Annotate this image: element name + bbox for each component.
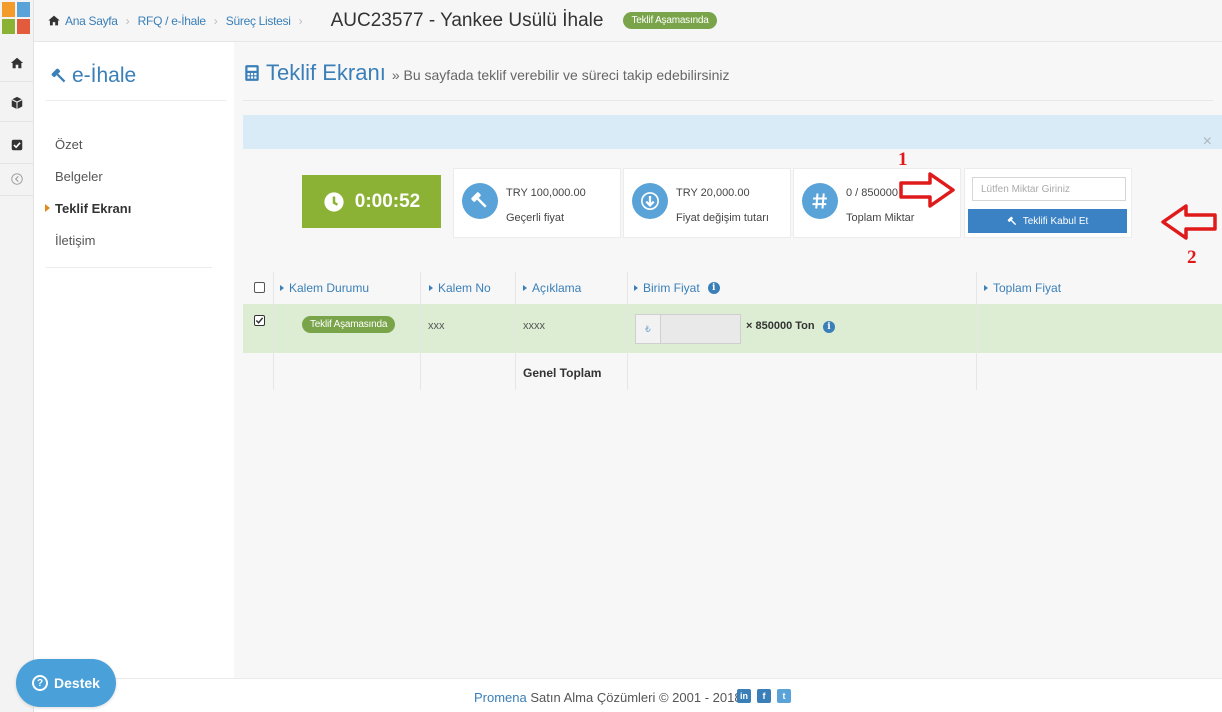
row-quantity: × 850000 Ton [746, 320, 815, 332]
status-badge: Teklif Aşamasında [623, 12, 717, 29]
current-price-value: TRY 100,000.00 [506, 187, 586, 199]
help-icon: ? [32, 675, 49, 691]
column-divider [420, 272, 421, 390]
header-label: Birim Fiyat [643, 281, 700, 295]
linkedin-icon[interactable]: in [737, 689, 751, 703]
arrow-down-icon [632, 183, 668, 219]
header-toplam-fiyat[interactable]: Toplam Fiyat [984, 272, 1061, 304]
app-logo[interactable] [2, 2, 32, 40]
close-icon[interactable]: × [1203, 133, 1212, 151]
gavel-icon [462, 183, 498, 219]
breadcrumb-home[interactable]: Ana Sayfa [65, 14, 118, 28]
row-status-badge: Teklif Aşamasında [302, 316, 396, 333]
annotation-number-1: 1 [898, 149, 908, 170]
price-change-value: TRY 20,000.00 [676, 187, 750, 199]
breadcrumb-process-list[interactable]: Süreç Listesi [226, 14, 291, 28]
column-divider [515, 272, 516, 390]
header-kalem-durumu[interactable]: Kalem Durumu [280, 272, 369, 304]
breadcrumb-separator: › [125, 13, 130, 28]
timer-card: 0:00:52 [302, 175, 441, 228]
twitter-icon[interactable]: t [777, 689, 791, 703]
support-label: Destek [54, 675, 100, 691]
gavel-icon [51, 68, 66, 83]
sidebar-title: e-İhale [50, 64, 136, 88]
sidebar-item-belgeler[interactable]: Belgeler [55, 169, 103, 184]
current-price-label: Geçerli fiyat [506, 212, 565, 224]
home-icon[interactable] [0, 44, 34, 82]
sidebar-item-ozet[interactable]: Özet [55, 137, 82, 152]
header-aciklama[interactable]: Açıklama [523, 272, 581, 304]
column-divider [976, 272, 977, 390]
top-bar: Ana Sayfa › RFQ / e-İhale › Süreç Listes… [34, 0, 1222, 42]
currency-icon: ₺ [636, 315, 661, 343]
facebook-icon[interactable]: f [757, 689, 771, 703]
calculator-icon [245, 65, 259, 81]
column-divider [273, 272, 274, 390]
table-row[interactable]: Teklif Aşamasında xxx xxxx ₺ × 850000 To… [243, 304, 1222, 353]
header-birim-fiyat[interactable]: Birim Fiyat i [634, 272, 720, 304]
quantity-input[interactable] [972, 177, 1126, 201]
footer-text: Promena Satın Alma Çözümleri © 2001 - 20… [474, 690, 742, 705]
row-item-no: xxx [428, 320, 445, 332]
header-label: Açıklama [532, 281, 582, 295]
cube-icon[interactable] [0, 84, 34, 122]
sidebar-title-text: e-İhale [72, 64, 137, 87]
breadcrumb-separator: › [213, 13, 218, 28]
accept-offer-button[interactable]: Teklifi Kabul Et [968, 209, 1127, 233]
main-title-text: Teklif Ekranı [266, 60, 386, 85]
main-subtitle: » Bu sayfada teklif verebilir ve süreci … [391, 67, 730, 83]
footer-brand[interactable]: Promena [474, 690, 527, 705]
info-icon[interactable]: i [823, 321, 835, 333]
footer: Promena Satın Alma Çözümleri © 2001 - 20… [34, 678, 1222, 712]
arrow-left-icon [1161, 204, 1217, 240]
price-change-label: Fiyat değişim tutarı [676, 212, 769, 224]
support-button[interactable]: ? Destek [16, 659, 116, 707]
header-label: Kalem No [438, 281, 491, 295]
sidebar-item-teklif-ekrani[interactable]: Teklif Ekranı [55, 201, 131, 216]
info-icon[interactable]: i [707, 282, 720, 294]
sidebar-divider [46, 267, 212, 268]
page-title: AUC23577 - Yankee Usülü İhale [330, 9, 604, 31]
collapse-icon[interactable] [0, 162, 34, 196]
total-quantity-value: 0 / 850000 [846, 187, 898, 199]
bid-card: Teklifi Kabul Et [964, 168, 1132, 238]
price-change-card: TRY 20,000.00 Fiyat değişim tutarı [623, 168, 791, 238]
grand-total-label: Genel Toplam [523, 366, 602, 380]
header-label: Toplam Fiyat [993, 281, 1062, 295]
main-header: Teklif Ekranı » Bu sayfada teklif verebi… [234, 42, 1222, 102]
row-checkbox[interactable] [254, 315, 265, 326]
sidebar: e-İhale Özet Belgeler Teklif Ekranı İlet… [34, 42, 234, 678]
icon-rail [0, 0, 34, 712]
main-panel: Teklif Ekranı » Bu sayfada teklif verebi… [234, 42, 1222, 678]
checkbox-icon[interactable] [0, 126, 34, 164]
footer-copyright: Satın Alma Çözümleri © 2001 - 2018 [530, 690, 742, 705]
row-description: xxxx [523, 320, 545, 332]
arrow-right-icon [899, 172, 955, 208]
active-caret-icon [45, 204, 50, 212]
clock-icon [324, 191, 344, 212]
info-alert-bar: × [243, 115, 1222, 151]
column-divider [627, 272, 628, 390]
header-kalem-no[interactable]: Kalem No [429, 272, 491, 304]
gavel-icon [1007, 216, 1016, 225]
current-price-card: TRY 100,000.00 Geçerli fiyat [453, 168, 621, 238]
breadcrumb-rfq[interactable]: RFQ / e-İhale [138, 14, 206, 28]
header-divider [243, 100, 1213, 101]
timer-value: 0:00:52 [354, 190, 421, 212]
unit-price-input[interactable]: ₺ [635, 314, 741, 344]
annotation-number-2: 2 [1187, 247, 1197, 268]
total-quantity-label: Toplam Miktar [846, 212, 915, 224]
main-title: Teklif Ekranı » Bu sayfada teklif verebi… [243, 60, 730, 86]
hash-icon [802, 183, 838, 219]
sidebar-item-iletisim[interactable]: İletişim [55, 233, 95, 248]
home-breadcrumb-icon [48, 15, 60, 26]
breadcrumb-separator: › [298, 13, 303, 28]
header-label: Kalem Durumu [289, 281, 370, 295]
accept-offer-label: Teklifi Kabul Et [1022, 215, 1089, 227]
select-all-checkbox[interactable] [254, 282, 265, 293]
sidebar-divider [46, 100, 226, 101]
